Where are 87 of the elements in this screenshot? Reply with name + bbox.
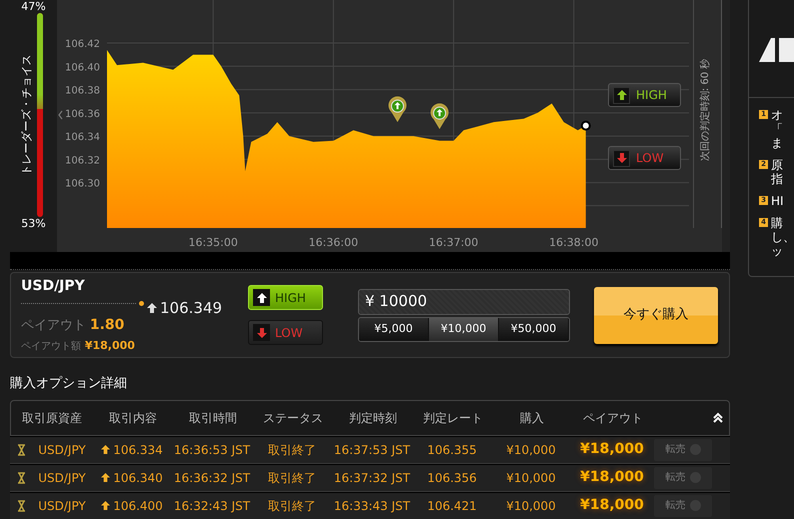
- hourglass-icon: [16, 472, 26, 484]
- axis-label: 16:38:00: [549, 236, 598, 249]
- expiry-countdown: 次回の判定時刻: 60 秒: [700, 58, 711, 162]
- column-header: 判定レート: [422, 410, 484, 426]
- axis-label: 16:35:00: [188, 236, 238, 249]
- table-cell-text: ¥18,000: [579, 440, 645, 459]
- step-text: オ: [771, 108, 783, 122]
- preset-amount-button[interactable]: ¥10,000: [429, 318, 499, 340]
- arrow-up-icon: [101, 445, 110, 454]
- table-cell-text: 106.400: [113, 498, 163, 514]
- table-cell-text: USD/JPY: [37, 442, 87, 458]
- table-cell-text: 106.355: [426, 442, 478, 458]
- axis-label: 106.42: [65, 39, 100, 50]
- table-cell-text: USD/JPY: [37, 470, 87, 486]
- table-cell-text: 106.340: [113, 470, 163, 486]
- step-text: ま: [771, 136, 783, 150]
- step-text: 購: [771, 216, 784, 230]
- percentage-label: 47%: [21, 0, 46, 13]
- axis-label: 16:37:00: [428, 236, 478, 249]
- table-cell-text: ¥10,000: [505, 498, 557, 514]
- table-cell-text: 16:37:53 JST: [332, 442, 412, 458]
- column-header: ステータス: [262, 410, 324, 426]
- table-cell-text: USD/JPY: [37, 498, 87, 514]
- table-cell-text: 取引終了: [267, 498, 317, 514]
- chevron-left-icon[interactable]: [58, 110, 62, 120]
- preset-amount-button[interactable]: ¥50,000: [499, 318, 569, 340]
- axis-label: 106.34: [65, 132, 100, 144]
- table-cell-text: 取引終了: [267, 470, 317, 486]
- arrow-down-icon: [256, 328, 266, 338]
- column-header: 取引時間: [188, 410, 238, 426]
- section-title: 購入オプション詳細: [10, 375, 128, 393]
- payout-label: ペイアウト: [21, 318, 86, 333]
- axis-label: 106.32: [65, 155, 100, 166]
- current-rate: 106.349: [160, 298, 222, 318]
- buy-now-button[interactable]: 今すぐ購入: [594, 286, 718, 344]
- table-cell-text: 106.334: [113, 442, 163, 458]
- column-header: 取引内容: [108, 410, 158, 426]
- arrow-up-icon: [101, 473, 110, 482]
- payout-rate: 1.80: [90, 317, 124, 333]
- table-cell-text: 16:36:53 JST: [172, 442, 252, 458]
- step-text: ッ: [771, 244, 784, 258]
- table-cell-text: 16:32:43 JST: [172, 498, 252, 514]
- pin-icon: [430, 103, 449, 130]
- axis-label: 106.38: [65, 86, 100, 97]
- axis-label: 106.40: [65, 62, 100, 74]
- column-header: ペイアウト: [582, 410, 644, 426]
- collapse-icon[interactable]: [712, 412, 724, 424]
- rate-dot: [139, 301, 144, 306]
- table-cell-text: ¥10,000: [505, 442, 557, 458]
- table-cell-text: 16:37:32 JST: [332, 470, 412, 486]
- axis-label: 16:36:00: [308, 236, 358, 249]
- arrow-up-icon: [616, 90, 626, 100]
- column-header: 取引原資産: [21, 410, 83, 426]
- table-cell-text: ¥18,000: [579, 496, 645, 515]
- step-text: 原: [771, 158, 783, 172]
- chart-high-button[interactable]: HIGH: [608, 83, 681, 107]
- payout-amount-label: ペイアウト額: [21, 341, 81, 352]
- amount-field[interactable]: ¥ 10000: [358, 288, 570, 314]
- step-text: HI: [771, 194, 784, 208]
- percentage-label: 53%: [21, 217, 46, 230]
- current-price-marker: [580, 120, 591, 131]
- step-text: 「: [771, 122, 783, 136]
- arrow-up-icon: [256, 292, 266, 302]
- step-text: 指: [771, 172, 783, 186]
- table-cell-text: 106.421: [426, 498, 478, 514]
- axis-label: 106.36: [65, 108, 100, 120]
- table-cell-text: 16:33:43 JST: [332, 498, 412, 514]
- table-cell-text: 16:36:32 JST: [172, 470, 252, 486]
- sentiment-label: トレーダーズ・チョイス: [20, 54, 32, 176]
- arrow-up-icon: [147, 302, 157, 313]
- hourglass-icon: [16, 500, 26, 512]
- table-cell-text: 106.356: [426, 470, 478, 486]
- payout-amount: ¥18,000: [84, 339, 135, 352]
- step-text: し、: [771, 230, 794, 244]
- arrow-down-icon: [616, 153, 626, 163]
- preset-amount-button[interactable]: ¥5,000: [359, 318, 429, 340]
- high-button[interactable]: HIGH: [248, 285, 323, 310]
- axis-label: 106.30: [65, 178, 100, 190]
- hourglass-icon: [16, 444, 26, 456]
- column-header: 購入: [519, 410, 545, 426]
- asset-name: USD/JPY: [21, 276, 86, 296]
- pin-icon: [388, 96, 406, 122]
- table-cell-text: ¥18,000: [579, 468, 645, 487]
- column-header: 判定時刻: [348, 410, 398, 426]
- table-cell-text: ¥10,000: [505, 470, 557, 486]
- table-cell-text: 取引終了: [267, 442, 317, 458]
- arrow-up-icon: [101, 501, 110, 510]
